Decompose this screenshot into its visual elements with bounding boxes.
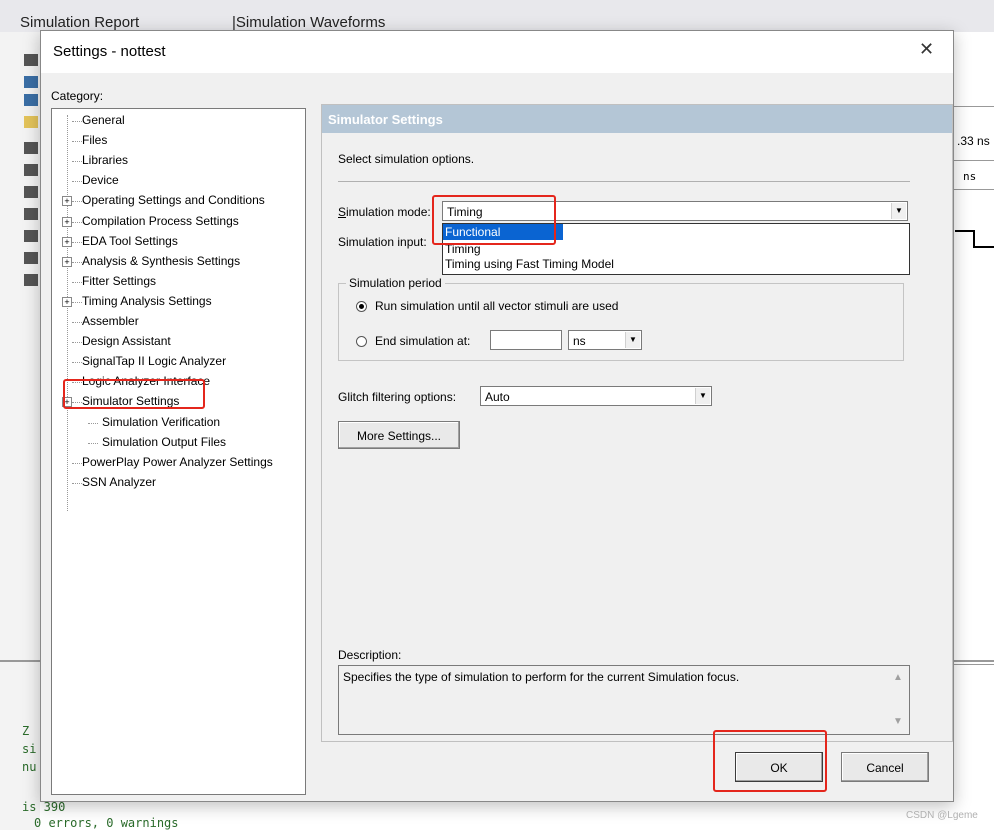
description-label: Description: — [338, 648, 402, 662]
tree-item[interactable]: Device — [82, 173, 119, 187]
tree-item[interactable]: Fitter Settings — [82, 274, 156, 288]
tree-item[interactable]: Design Assistant — [82, 334, 171, 348]
expand-icon[interactable]: + — [62, 236, 72, 247]
toolbar-report-icon[interactable] — [24, 230, 38, 242]
dropdown-option-fast-timing[interactable]: Timing using Fast Timing Model — [445, 257, 614, 271]
panel-title: Simulator Settings — [328, 112, 443, 127]
tree-item[interactable]: Files — [82, 133, 107, 147]
intro-text: Select simulation options. — [338, 152, 475, 166]
category-tree[interactable]: General Files Libraries Device Operating Set… — [51, 108, 306, 795]
background-toolbar — [0, 32, 40, 830]
chevron-down-icon[interactable]: ▼ — [625, 332, 640, 348]
tree-item[interactable]: Assembler — [82, 314, 139, 328]
tree-item[interactable]: PowerPlay Power Analyzer Settings — [82, 455, 273, 469]
scroll-up-icon[interactable]: ▲ — [893, 672, 903, 683]
toolbar-doc-icon[interactable] — [24, 54, 38, 66]
expand-icon[interactable]: + — [62, 216, 72, 227]
tree-item[interactable]: General — [82, 113, 125, 127]
toolbar-report-icon[interactable] — [24, 252, 38, 264]
toolbar-report-icon[interactable] — [24, 142, 38, 154]
expand-icon[interactable]: + — [62, 196, 72, 207]
simulator-settings-panel: Simulator Settings Select simulation opt… — [321, 104, 953, 742]
background-waveform-area: .33 ns ns — [952, 44, 994, 665]
simulation-input-label: Simulation input: — [338, 235, 427, 249]
tree-item[interactable]: Libraries — [82, 153, 128, 167]
scroll-down-icon[interactable]: ▼ — [893, 716, 903, 727]
tree-item[interactable]: Simulation Verification — [102, 415, 220, 429]
watermark: CSDN @Lgeme — [906, 810, 978, 821]
separator — [338, 181, 910, 182]
settings-dialog: Settings - nottest ✕ Category: General Fi… — [40, 30, 954, 802]
expand-icon[interactable]: + — [62, 296, 72, 307]
log-fragment: si — [22, 742, 37, 756]
annotation-box-ok — [713, 730, 827, 792]
toolbar-report-icon[interactable] — [24, 164, 38, 176]
toolbar-table-icon[interactable] — [24, 76, 38, 88]
expand-icon[interactable]: + — [62, 256, 72, 267]
end-at-unit-select[interactable]: ns ▼ — [568, 330, 642, 350]
toolbar-report-icon[interactable] — [24, 186, 38, 198]
annotation-box-simulator-settings — [63, 379, 205, 409]
panel-title-bar: Simulator Settings — [322, 105, 952, 133]
log-fragment: nu — [22, 760, 37, 774]
tree-item[interactable]: SSN Analyzer — [82, 475, 156, 489]
toolbar-report-icon[interactable] — [24, 274, 38, 286]
radio-run-all-label: Run simulation until all vector stimuli … — [375, 299, 619, 313]
description-text: Specifies the type of simulation to perf… — [343, 670, 740, 684]
chevron-down-icon[interactable]: ▼ — [695, 388, 710, 404]
dialog-title: Settings - nottest — [53, 43, 166, 60]
cancel-button[interactable]: Cancel — [841, 752, 929, 782]
waveform-unit: ns — [963, 170, 977, 183]
more-settings-button[interactable]: More Settings... — [338, 421, 460, 449]
annotation-box-simulation-mode — [432, 195, 556, 245]
tree-item[interactable]: SignalTap II Logic Analyzer — [82, 354, 226, 368]
simulation-mode-label: Simulation mode: — [338, 205, 431, 219]
tab-simulation-waveforms[interactable]: |Simulation Waveforms — [232, 14, 385, 31]
close-icon[interactable]: ✕ — [919, 39, 934, 60]
waveform-time-value: .33 ns — [957, 134, 990, 148]
tree-item[interactable]: Analysis & Synthesis Settings — [82, 254, 240, 268]
toolbar-report-icon[interactable] — [24, 208, 38, 220]
description-box: Specifies the type of simulation to perf… — [338, 665, 910, 735]
tab-simulation-report[interactable]: Simulation Report — [20, 14, 139, 31]
tree-item[interactable]: Operating Settings and Conditions — [82, 193, 265, 207]
tree-item[interactable]: Compilation Process Settings — [82, 214, 239, 228]
glitch-filtering-label: Glitch filtering options: — [338, 390, 457, 404]
dialog-titlebar[interactable]: Settings - nottest ✕ — [41, 31, 953, 73]
background-divider — [0, 660, 40, 662]
chevron-down-icon[interactable]: ▼ — [891, 203, 906, 219]
background-divider — [952, 660, 994, 662]
tree-item[interactable]: Simulation Output Files — [102, 435, 226, 449]
category-label: Category: — [51, 89, 104, 103]
log-line: 0 errors, 0 warnings — [34, 816, 179, 830]
glitch-filtering-select[interactable]: Auto ▼ — [480, 386, 712, 406]
log-line: is 390 — [22, 800, 66, 814]
toolbar-grid-icon[interactable] — [24, 94, 38, 106]
toolbar-folder-icon[interactable] — [24, 116, 38, 128]
tree-item[interactable]: Timing Analysis Settings — [82, 294, 212, 308]
end-at-input[interactable] — [490, 330, 562, 350]
radio-run-all[interactable] — [356, 301, 367, 312]
background-tab-bar: Simulation Report |Simulation Waveforms — [0, 0, 994, 32]
log-fragment: Z — [22, 724, 30, 738]
radio-end-at[interactable] — [356, 336, 367, 347]
tree-item[interactable]: EDA Tool Settings — [82, 234, 178, 248]
radio-end-at-label: End simulation at: — [375, 334, 471, 348]
simulation-period-label: Simulation period — [346, 276, 445, 290]
